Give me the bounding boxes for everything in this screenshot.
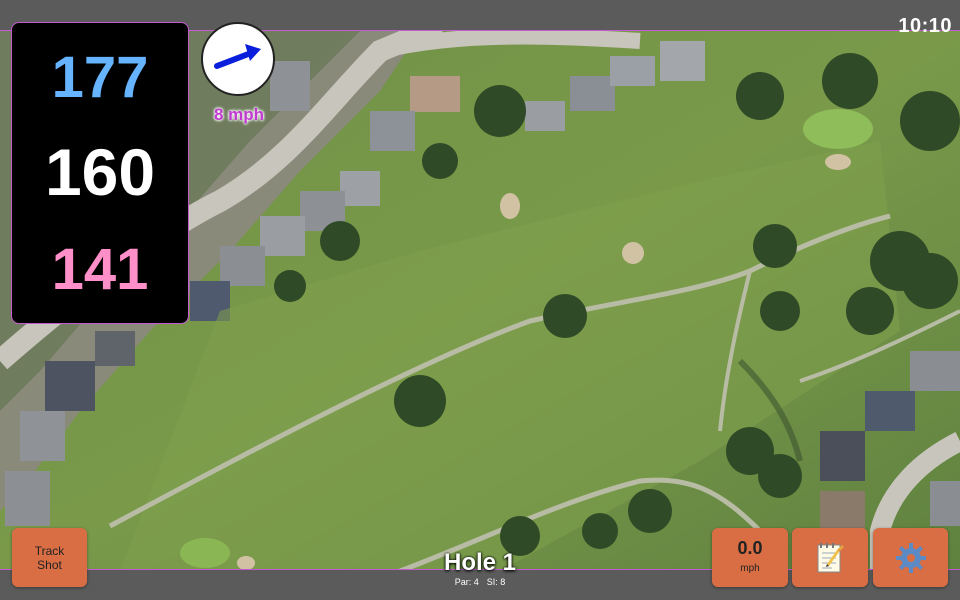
arrow-right-icon xyxy=(214,44,261,69)
hole-si: SI: 8 xyxy=(486,577,506,587)
wind-direction-indicator xyxy=(201,22,275,96)
track-shot-label-line2: Shot xyxy=(37,557,62,572)
track-shot-label-line1: Track xyxy=(34,543,65,558)
hole-title: Hole 1 xyxy=(443,549,517,576)
center-distance: 160 xyxy=(44,135,156,209)
settings-button[interactable] xyxy=(873,528,948,587)
clock: 10:10 xyxy=(898,15,952,37)
distance-panel: 177 160 141 xyxy=(11,22,189,324)
wind-reading-unit: mph xyxy=(740,563,760,574)
back-distance: 177 xyxy=(51,45,149,110)
wind-reading-value: 0.0 xyxy=(737,538,763,558)
front-distance: 141 xyxy=(51,237,149,302)
hole-info: Par: 4 SI: 8 xyxy=(380,577,580,587)
wind-speed-label: 8 mph xyxy=(213,105,265,124)
track-shot-button[interactable]: Track Shot xyxy=(12,528,87,587)
gear-icon xyxy=(895,542,926,573)
wind-reading-button[interactable]: 0.0 mph xyxy=(712,528,788,587)
notes-button[interactable] xyxy=(792,528,868,587)
notepad-icon xyxy=(817,542,844,572)
hole-par: Par: 4 xyxy=(454,577,479,587)
